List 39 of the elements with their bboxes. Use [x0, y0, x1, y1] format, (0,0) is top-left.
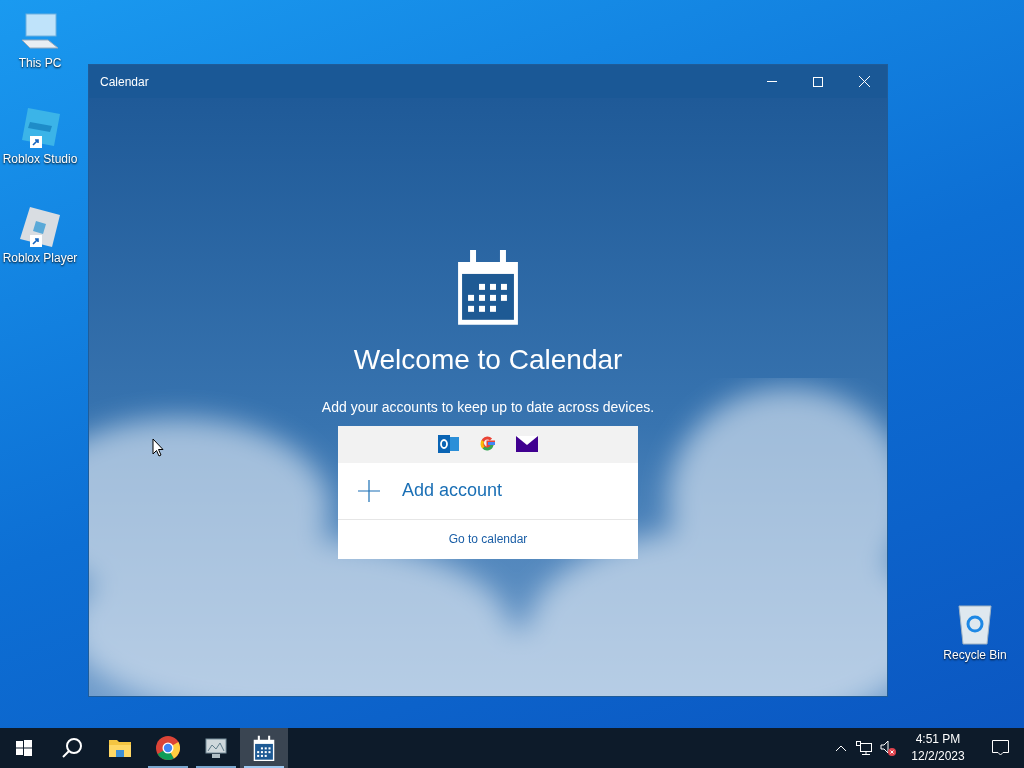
welcome-heading: Welcome to Calendar: [353, 342, 623, 377]
welcome-subtitle: Add your accounts to keep up to date across devices.: [321, 397, 655, 417]
notification-icon: [991, 740, 1009, 756]
calendar-icon: [456, 248, 520, 325]
running-indicator: [244, 766, 284, 768]
desktop-icon[interactable]: This PC: [0, 10, 80, 72]
monitor-icon: [204, 737, 228, 759]
desktop-icon-label: This PC: [18, 55, 62, 72]
desktop-icon[interactable]: Roblox Player: [0, 205, 80, 267]
folder-icon: [109, 738, 131, 758]
desktop-icon-label: Roblox Studio: [2, 151, 78, 168]
minimize-icon: [767, 81, 777, 82]
muted-speaker-icon: [880, 740, 896, 756]
go-to-calendar-link[interactable]: Go to calendar: [338, 519, 638, 559]
window-title: Calendar: [99, 73, 150, 91]
desktop-icon-label: Roblox Player: [2, 250, 78, 267]
mouse-cursor-icon: [152, 438, 164, 458]
chrome-icon: [156, 736, 180, 760]
desktop-icon-label: Recycle Bin: [943, 647, 1007, 664]
search-icon: [61, 737, 83, 759]
taskbar-button[interactable]: [240, 728, 288, 768]
running-indicator: [148, 766, 188, 768]
clock-date: 12/2/2023: [911, 748, 965, 765]
desktop-icon[interactable]: Roblox Studio: [0, 106, 80, 168]
maximize-icon: [813, 76, 823, 87]
add-account-button[interactable]: Add account: [338, 462, 638, 520]
recycle-bin-icon: [955, 602, 995, 646]
outlook-icon: [438, 434, 460, 455]
clock-button[interactable]: 4:51 PM 12/2/2023: [900, 728, 976, 768]
running-indicator: [196, 766, 236, 768]
network-icon: [856, 741, 872, 755]
plus-icon: [358, 479, 380, 502]
clock-time: 4:51 PM: [915, 731, 961, 748]
close-icon: [858, 76, 870, 87]
chevron-up-icon: [835, 744, 847, 752]
desktop-icon[interactable]: Recycle Bin: [935, 602, 1015, 664]
mail-icon: [516, 436, 538, 453]
calendar-icon: [253, 734, 275, 762]
windows-logo-icon: [16, 740, 32, 756]
